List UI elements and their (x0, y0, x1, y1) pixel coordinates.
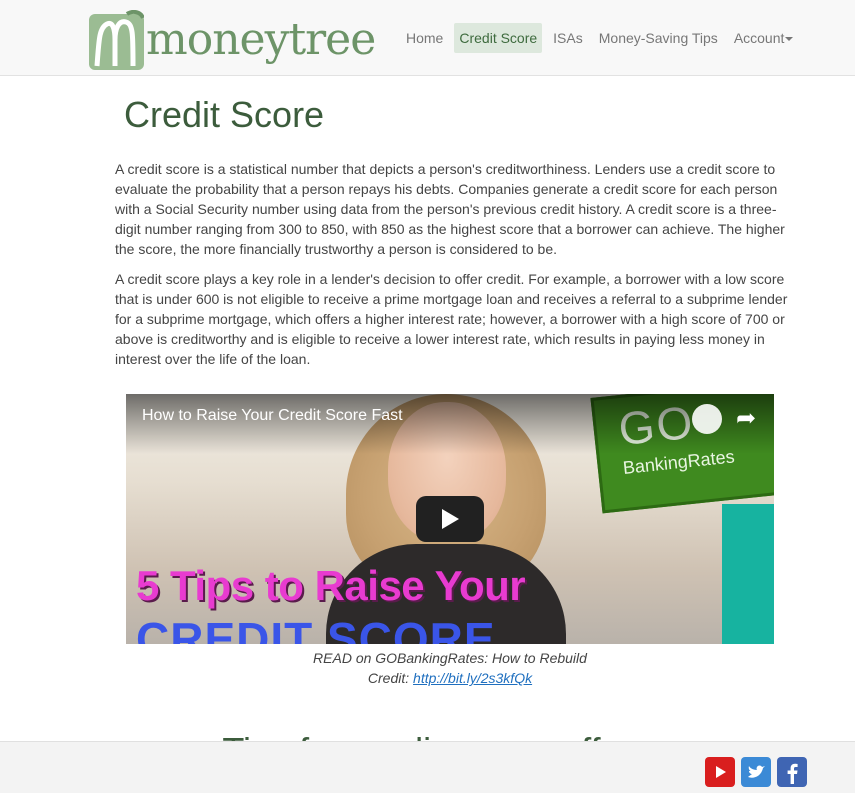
video-title[interactable]: How to Raise Your Credit Score Fast (142, 407, 403, 425)
play-button[interactable] (416, 496, 484, 542)
brand-name: moneytree (146, 14, 376, 65)
page-title: Credit Score (124, 94, 325, 135)
video-notebook (722, 504, 774, 644)
share-icon[interactable]: ➦ (736, 406, 756, 432)
brand-logo[interactable]: moneytree (89, 10, 376, 70)
credit-link[interactable]: http://bit.ly/2s3kfQk (413, 670, 532, 686)
lender-paragraph: A credit score plays a key role in a len… (115, 271, 788, 367)
watch-later-icon[interactable] (692, 404, 722, 434)
twitter-icon[interactable] (741, 757, 771, 787)
nav-money-saving-tips[interactable]: Money-Saving Tips (594, 23, 723, 53)
main-nav: Home Credit Score ISAs Money-Saving Tips… (401, 23, 804, 53)
navbar: moneytree Home Credit Score ISAs Money-S… (0, 0, 855, 76)
nav-account[interactable]: Account (729, 23, 799, 53)
credit-line2: Credit: (367, 670, 414, 686)
video-caption-line2: CREDIT SCORE (136, 613, 496, 644)
footer (0, 741, 855, 793)
intro-paragraph: A credit score is a statistical number t… (115, 161, 785, 257)
video-credit: READ on GOBankingRates: How to Rebuild C… (126, 648, 774, 688)
video-player[interactable]: GO BankingRates How to Raise Your Credit… (126, 394, 774, 644)
youtube-icon[interactable] (705, 757, 735, 787)
nav-isas[interactable]: ISAs (548, 23, 588, 53)
caret-down-icon (785, 37, 794, 42)
nav-home[interactable]: Home (401, 23, 448, 53)
nav-account-label: Account (733, 30, 785, 46)
play-icon (442, 509, 459, 529)
tree-logo-icon (89, 10, 144, 70)
nav-credit-score[interactable]: Credit Score (454, 23, 543, 53)
facebook-icon[interactable] (777, 757, 807, 787)
credit-line1: READ on GOBankingRates: How to Rebuild (313, 650, 587, 666)
video-caption-line1: 5 Tips to Raise Your (136, 562, 526, 609)
